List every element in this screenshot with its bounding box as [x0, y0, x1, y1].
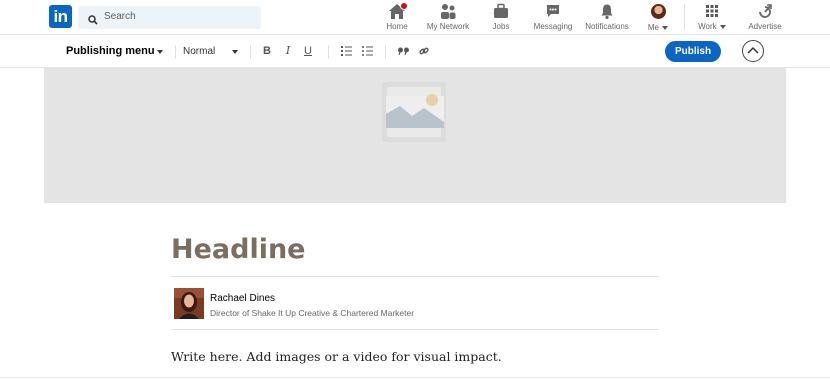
home-icon — [388, 2, 408, 20]
me-avatar-image — [650, 4, 666, 19]
briefcase-icon — [493, 3, 509, 20]
article-body-editor[interactable]: Write here. Add images or a video for vi… — [171, 349, 502, 364]
nav-divider — [684, 4, 685, 30]
publishing-menu-button[interactable]: Publishing menu — [66, 45, 155, 57]
nav-me[interactable]: Me — [646, 3, 670, 33]
author-headline: Director of Shake It Up Creative & Chart… — [210, 308, 415, 318]
nav-my-network[interactable]: My Network — [425, 3, 471, 33]
bold-button[interactable]: B — [261, 43, 273, 59]
advertise-icon — [757, 3, 773, 20]
nav-jobs-label: Jobs — [492, 22, 510, 31]
link-icon — [419, 47, 429, 55]
avatar — [650, 4, 666, 21]
nav-advertise[interactable]: Advertise — [748, 3, 782, 33]
chevron-up-icon — [747, 46, 759, 54]
numbered-list-icon — [340, 46, 352, 56]
chevron-down-icon — [719, 24, 726, 29]
link-button[interactable] — [418, 43, 430, 59]
search-input[interactable]: Search — [104, 11, 136, 22]
editor-toolbar: Publishing menu Normal B I U Publish — [0, 35, 830, 68]
bulleted-list-icon — [361, 46, 373, 56]
nav-notifications-label: Notifications — [585, 22, 629, 31]
quote-button[interactable] — [397, 43, 409, 59]
publish-button[interactable]: Publish — [665, 41, 721, 62]
collapse-toolbar-button[interactable] — [742, 40, 764, 62]
image-placeholder-icon — [382, 82, 446, 142]
quote-icon — [397, 47, 409, 55]
search-icon — [88, 12, 98, 30]
chevron-down-icon[interactable] — [157, 50, 163, 54]
nav-work[interactable]: Work — [697, 3, 727, 33]
nav-messaging[interactable]: Messaging — [533, 3, 573, 33]
nav-work-label: Work — [698, 22, 717, 31]
search-box[interactable]: Search — [78, 6, 261, 29]
chevron-down-icon[interactable] — [232, 50, 238, 54]
bulleted-list-button[interactable] — [361, 43, 373, 59]
notification-badge — [400, 2, 408, 10]
nav-my-network-label: My Network — [426, 22, 470, 31]
divider — [171, 276, 659, 277]
divider — [171, 329, 659, 330]
nav-messaging-label: Messaging — [533, 22, 573, 31]
nav-home[interactable]: Home — [384, 2, 410, 33]
text-style-select[interactable]: Normal — [183, 46, 215, 57]
cover-image-upload[interactable] — [44, 68, 786, 203]
toolbar-divider — [250, 45, 251, 59]
bell-icon — [599, 3, 615, 20]
italic-button[interactable]: I — [283, 43, 293, 59]
nav-me-label: Me — [647, 23, 659, 32]
nav-notifications[interactable]: Notifications — [584, 3, 630, 33]
network-icon — [439, 3, 457, 20]
numbered-list-button[interactable] — [340, 43, 352, 59]
nav-advertise-label: Advertise — [748, 22, 782, 31]
toolbar-divider — [328, 45, 329, 59]
headline-input[interactable]: Headline — [171, 234, 306, 265]
global-nav: in Search Home My Network Jobs Messaging — [0, 0, 830, 35]
grid-icon — [705, 3, 719, 20]
nav-jobs[interactable]: Jobs — [490, 3, 512, 33]
toolbar-divider — [385, 45, 386, 59]
underline-button[interactable]: U — [302, 43, 314, 59]
author-avatar — [174, 288, 204, 319]
nav-home-label: Home — [386, 22, 408, 31]
divider — [0, 377, 830, 378]
linkedin-logo[interactable]: in — [49, 5, 72, 28]
messaging-icon — [545, 3, 561, 20]
chevron-down-icon — [662, 25, 669, 30]
author-name: Rachael Dines — [210, 293, 276, 304]
toolbar-divider — [175, 45, 176, 59]
